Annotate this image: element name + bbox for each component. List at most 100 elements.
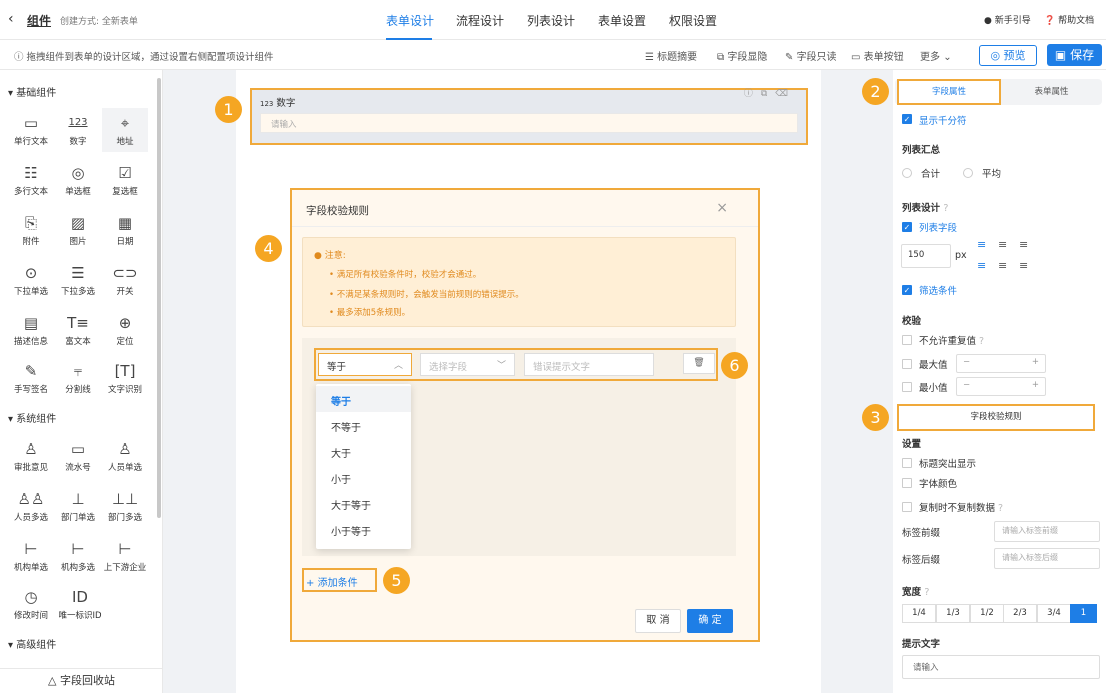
recycle-bin-button[interactable]: △ 字段回收站 xyxy=(0,668,163,693)
delete-icon[interactable]: ⌫ xyxy=(775,89,796,99)
align-center-icon[interactable]: ≡ xyxy=(998,238,1007,251)
comp-rich-text[interactable]: T≡ 富文本 xyxy=(55,314,101,347)
option-less[interactable]: 小于 xyxy=(316,464,411,490)
hint-text-input[interactable]: 请输入 xyxy=(902,655,1100,679)
left-scrollbar[interactable] xyxy=(157,78,161,518)
comp-ocr[interactable]: [T] 文字识别 xyxy=(102,362,148,395)
comp-approval[interactable]: ♙ 审批意见 xyxy=(8,440,54,473)
help-circle-icon[interactable]: ? xyxy=(979,336,984,347)
field-readonly-button[interactable]: ✎ 字段只读 xyxy=(785,48,837,63)
comp-dropdown-single[interactable]: ⊙ 下拉单选 xyxy=(8,264,54,297)
field-visibility-button[interactable]: ⧉ 字段显隐 xyxy=(717,48,767,63)
font-color-checkbox[interactable] xyxy=(902,478,912,488)
cancel-button[interactable]: 取 消 xyxy=(635,609,681,633)
width-option-full[interactable]: 1 xyxy=(1070,604,1097,623)
max-value-checkbox[interactable] xyxy=(902,359,912,369)
tab-form-settings[interactable]: 表单设置 xyxy=(598,12,646,29)
no-copy-checkbox[interactable] xyxy=(902,502,912,512)
number-field-card[interactable]: 123 数字 ⓘ⧉⌫ 请输入 xyxy=(250,88,808,145)
comp-org-multi[interactable]: ⊢ 机构多选 xyxy=(55,540,101,573)
comp-description[interactable]: ▤ 描述信息 xyxy=(8,314,54,347)
comp-checkbox[interactable]: ☑ 复选框 xyxy=(102,164,148,197)
width-option-2-3[interactable]: 2/3 xyxy=(1003,604,1037,623)
width-option-3-4[interactable]: 3/4 xyxy=(1037,604,1071,623)
comp-dept-single[interactable]: ⊥ 部门单选 xyxy=(55,490,101,523)
label-prefix-input[interactable]: 请输入标签前缀 xyxy=(994,521,1100,542)
comp-date[interactable]: ▦ 日期 xyxy=(102,214,148,247)
ok-button[interactable]: 确 定 xyxy=(687,609,733,633)
form-buttons-button[interactable]: ▭ 表单按钮 xyxy=(851,48,904,63)
option-greater[interactable]: 大于 xyxy=(316,438,411,464)
help-circle-icon[interactable]: ? xyxy=(924,587,929,598)
tab-flow-design[interactable]: 流程设计 xyxy=(456,12,504,29)
save-button[interactable]: ▣ 保存 xyxy=(1047,44,1102,66)
comp-multi-text[interactable]: ☷ 多行文本 xyxy=(8,164,54,197)
trash-icon[interactable]: 🗑 xyxy=(683,353,715,374)
operator-select[interactable]: 等于 ︿ xyxy=(318,353,412,376)
tab-form-properties[interactable]: 表单属性 xyxy=(1003,79,1100,105)
comp-signature[interactable]: ✎ 手写签名 xyxy=(8,362,54,395)
align-right-icon[interactable]: ≡ xyxy=(1019,259,1028,272)
comp-divider[interactable]: ⫧ 分割线 xyxy=(55,362,101,395)
comp-user-single[interactable]: ♙ 人员单选 xyxy=(102,440,148,473)
comp-modified-time[interactable]: ◷ 修改时间 xyxy=(8,588,54,621)
align-right-icon[interactable]: ≡ xyxy=(1019,238,1028,251)
help-link[interactable]: ❓ 帮助文档 xyxy=(1044,13,1094,26)
section-advanced[interactable]: ▾ 高级组件 xyxy=(8,636,56,651)
option-less-equal[interactable]: 小于等于 xyxy=(316,516,411,542)
section-system[interactable]: ▾ 系统组件 xyxy=(8,410,56,425)
section-basic[interactable]: ▾ 基础组件 xyxy=(8,84,56,99)
align-left-icon[interactable]: ≡ xyxy=(977,259,986,272)
no-duplicate-checkbox[interactable] xyxy=(902,335,912,345)
help-circle-icon[interactable]: ? xyxy=(998,503,1003,514)
comp-switch[interactable]: ⊂⊃ 开关 xyxy=(102,264,148,297)
tab-field-properties[interactable]: 字段属性 xyxy=(897,79,1001,105)
comp-address[interactable]: ⌖ 地址 xyxy=(102,108,148,152)
info-icon[interactable]: ⓘ xyxy=(744,89,761,99)
close-icon[interactable]: × xyxy=(716,200,728,216)
comp-user-multi[interactable]: ♙♙ 人员多选 xyxy=(8,490,54,523)
comp-attachment[interactable]: ⎘ 附件 xyxy=(8,214,54,247)
validation-rule-button[interactable]: 字段校验规则 xyxy=(897,404,1095,431)
comp-org-single[interactable]: ⊢ 机构单选 xyxy=(8,540,54,573)
comp-image[interactable]: ▨ 图片 xyxy=(55,214,101,247)
field-select[interactable]: 选择字段 ﹀ xyxy=(420,353,515,376)
more-dropdown[interactable]: 更多 ⌄ xyxy=(920,48,952,63)
plus-icon[interactable]: + xyxy=(1032,380,1039,390)
tab-permission-settings[interactable]: 权限设置 xyxy=(669,12,717,29)
title-highlight-checkbox[interactable] xyxy=(902,458,912,468)
avg-radio[interactable] xyxy=(963,168,973,178)
comp-dept-multi[interactable]: ⊥⊥ 部门多选 xyxy=(102,490,148,523)
option-greater-equal[interactable]: 大于等于 xyxy=(316,490,411,516)
list-field-checkbox[interactable]: ✓ xyxy=(902,222,912,232)
min-value-checkbox[interactable] xyxy=(902,382,912,392)
help-circle-icon[interactable]: ? xyxy=(943,203,948,214)
max-value-stepper[interactable]: − + xyxy=(956,354,1046,373)
comp-unique-id[interactable]: ID 唯一标识ID xyxy=(52,588,108,621)
plus-icon[interactable]: + xyxy=(1032,357,1039,367)
column-width-input[interactable]: 150 xyxy=(901,244,951,268)
comp-serial[interactable]: ▭ 流水号 xyxy=(55,440,101,473)
comp-dropdown-multi[interactable]: ☰ 下拉多选 xyxy=(55,264,101,297)
align-center-icon[interactable]: ≡ xyxy=(998,259,1007,272)
show-thousands-checkbox[interactable]: ✓ xyxy=(902,114,912,124)
add-condition-button[interactable]: + 添加条件 xyxy=(302,568,377,592)
filter-condition-checkbox[interactable]: ✓ xyxy=(902,285,912,295)
guide-link[interactable]: ● 新手引导 xyxy=(984,13,1031,26)
back-icon[interactable]: ‹ xyxy=(8,11,14,27)
width-option-1-2[interactable]: 1/2 xyxy=(970,604,1004,623)
tab-list-design[interactable]: 列表设计 xyxy=(527,12,575,29)
comp-radio[interactable]: ◎ 单选框 xyxy=(55,164,101,197)
width-option-1-3[interactable]: 1/3 xyxy=(936,604,970,623)
preview-button[interactable]: ◎ 预览 xyxy=(979,45,1037,66)
copy-icon[interactable]: ⧉ xyxy=(761,89,775,99)
align-left-icon[interactable]: ≡ xyxy=(977,238,986,251)
comp-location[interactable]: ⊕ 定位 xyxy=(102,314,148,347)
error-text-input[interactable]: 错误提示文字 xyxy=(524,353,654,376)
tab-form-design[interactable]: 表单设计 xyxy=(386,12,434,29)
option-not-equal[interactable]: 不等于 xyxy=(316,412,411,438)
app-label[interactable]: 组件 xyxy=(27,12,51,29)
label-suffix-input[interactable]: 请输入标签后缀 xyxy=(994,548,1100,569)
title-summary-button[interactable]: ☰ 标题摘要 xyxy=(645,48,697,63)
width-option-1-4[interactable]: 1/4 xyxy=(902,604,936,623)
